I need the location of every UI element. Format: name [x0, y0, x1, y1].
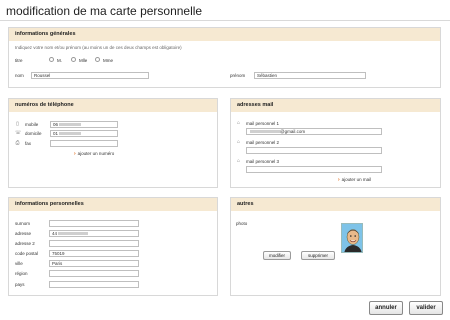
surnom-label: surnom: [15, 221, 31, 226]
other-panel: autres photo modifier supprimer: [230, 197, 441, 296]
phone-numbers-heading: numéros de téléphone: [9, 99, 217, 112]
surnom-field[interactable]: [49, 220, 139, 227]
mobile-phone-icon: ▯: [16, 121, 19, 127]
fax-icon: ⎙: [15, 140, 20, 146]
name-requirement-hint: Indiquez votre nom et/ou prénom (au moin…: [15, 45, 182, 50]
phone-numbers-panel: numéros de téléphone ▯ mobile 06 ☏ domic…: [8, 98, 218, 188]
ville-field[interactable]: Paris: [49, 260, 139, 267]
other-heading: autres: [231, 198, 440, 211]
home-phone-value: 01: [53, 131, 59, 136]
title-option-mlle: Mlle: [79, 58, 88, 63]
title-radio-m[interactable]: [49, 57, 54, 62]
home-phone-field[interactable]: 01: [50, 130, 118, 137]
title-option-m: M.: [57, 58, 62, 63]
title-label: titre: [15, 58, 23, 63]
chevron-right-icon: ›: [74, 151, 76, 157]
adresse-field[interactable]: 44: [49, 230, 139, 237]
mobile-field[interactable]: 06: [50, 121, 118, 128]
email-1-label: mail personnel 1: [246, 121, 280, 126]
ville-label: ville: [15, 261, 23, 266]
add-phone-link[interactable]: › ajouter un numéro: [74, 151, 114, 157]
region-label: région: [15, 271, 28, 276]
code-postal-field[interactable]: 75019: [49, 250, 139, 257]
title-option-mme: Mme: [103, 58, 113, 63]
add-phone-label: ajouter un numéro: [77, 151, 115, 156]
mobile-label: mobile: [25, 122, 39, 127]
home-phone-icon: ☏: [15, 130, 22, 136]
house-icon: ⌂: [236, 158, 241, 164]
code-postal-label: code postal: [15, 251, 39, 256]
page-title: modification de ma carte personnelle: [6, 4, 203, 18]
validate-button[interactable]: valider: [409, 301, 443, 315]
profile-photo: [341, 223, 363, 253]
house-icon: ⌂: [236, 120, 241, 126]
prenom-label: prénom: [230, 73, 246, 78]
photo-label: photo: [236, 221, 248, 226]
chevron-right-icon: ›: [338, 177, 340, 183]
email-3-label: mail personnel 3: [246, 159, 280, 164]
nom-label: nom: [15, 73, 24, 78]
adresse-label: adresse: [15, 231, 32, 236]
personal-info-panel: informations personnelles surnom adresse…: [8, 197, 218, 296]
fax-label: fax: [25, 141, 32, 146]
home-phone-label: domicile: [25, 131, 42, 136]
email-2-field[interactable]: [246, 147, 382, 154]
prenom-field[interactable]: Sébastien: [254, 72, 366, 79]
email-1-field[interactable]: @gmail.com: [246, 128, 382, 135]
personal-info-heading: informations personnelles: [9, 198, 217, 211]
fax-field[interactable]: [50, 140, 118, 147]
email-3-field[interactable]: [246, 166, 382, 173]
email-2-label: mail personnel 2: [246, 140, 280, 145]
modify-photo-button[interactable]: modifier: [263, 251, 291, 260]
region-field[interactable]: [49, 270, 139, 277]
add-email-label: ajouter un mail: [341, 177, 372, 182]
title-radio-mme[interactable]: [95, 57, 100, 62]
email-addresses-panel: adresses mail ⌂ mail personnel 1 @gmail.…: [230, 98, 441, 188]
adresse-2-label: adresse 2: [15, 241, 35, 246]
general-info-heading: informations générales: [9, 28, 440, 41]
add-email-link[interactable]: › ajouter un mail: [338, 177, 371, 183]
delete-photo-button[interactable]: supprimer: [301, 251, 335, 260]
mobile-value: 06: [53, 122, 59, 127]
general-info-panel: informations générales Indiquez votre no…: [8, 27, 441, 88]
adresse-value: 44: [52, 231, 58, 236]
title-radio-mlle[interactable]: [71, 57, 76, 62]
email-addresses-heading: adresses mail: [231, 99, 440, 112]
cancel-button[interactable]: annuler: [369, 301, 403, 315]
title-divider: [0, 20, 450, 21]
house-icon: ⌂: [236, 139, 241, 145]
email-1-value: @gmail.com: [280, 129, 306, 134]
pays-label: pays: [15, 282, 25, 287]
pays-field[interactable]: [49, 281, 139, 288]
nom-field[interactable]: Roussel: [31, 72, 149, 79]
adresse-2-field[interactable]: [49, 240, 139, 247]
